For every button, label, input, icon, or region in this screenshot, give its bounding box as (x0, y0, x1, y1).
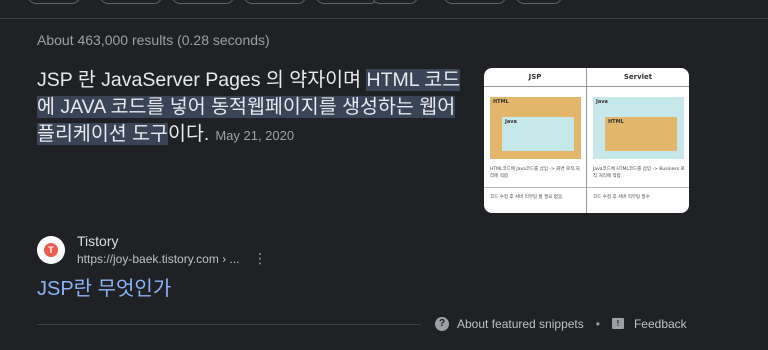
result-title-link[interactable]: JSP란 무엇인가 (37, 272, 171, 301)
thumbnail-header-jsp: JSP (484, 68, 586, 87)
help-icon: ? (435, 316, 449, 331)
search-tab[interactable] (444, 0, 506, 4)
footer-divider (37, 324, 421, 325)
search-tab[interactable] (244, 0, 306, 4)
about-featured-snippets-link[interactable]: About featured snippets (457, 317, 584, 331)
snippet-footer: ? About featured snippets •! Feedback (435, 316, 687, 331)
search-tab[interactable] (372, 0, 418, 4)
thumbnail-outer-box: Java HTML (593, 97, 684, 159)
thumbnail-servlet-column: Servlet Java HTML Java코드에 HTML코드를 삽입 -> … (587, 68, 689, 213)
thumbnail-inner-label: Java (505, 119, 517, 125)
thumbnail-inner-box: HTML (605, 117, 677, 151)
snippet-plain-text: JSP 란 JavaServer Pages 의 약자이며 (37, 69, 367, 91)
result-stats: About 463,000 results (0.28 seconds) (37, 32, 270, 48)
thumbnail-divider (484, 187, 586, 188)
search-tab[interactable] (172, 0, 234, 4)
search-tab[interactable] (100, 0, 162, 4)
featured-snippet-text: JSP 란 JavaServer Pages 의 약자이며 HTML 코드에 J… (37, 67, 469, 149)
snippet-end-text: 이다. (168, 123, 210, 145)
footer-separator: • (595, 316, 600, 331)
search-tab[interactable] (316, 0, 378, 4)
thumbnail-footer: 코드 수정 후 서버 리부팅 필수 (593, 195, 650, 200)
tistory-logo-icon: T (44, 243, 58, 257)
thumbnail-divider (587, 187, 689, 188)
thumbnail-outer-label: HTML (493, 99, 509, 105)
thumbnail-inner-label: HTML (608, 119, 624, 125)
thumbnail-outer-label: Java (596, 99, 608, 105)
snippet-date: May 21, 2020 (215, 128, 295, 143)
more-options-icon[interactable]: ⋮ (253, 250, 267, 267)
thumbnail-footer: 코드 수정 후 서버 리부팅 할 필요 없음 (490, 195, 563, 200)
snippet-thumbnail[interactable]: JSP HTML Java HTML코드에 Java코드를 삽입 -> 화면 로… (484, 68, 689, 213)
thumbnail-header-servlet: Servlet (587, 68, 689, 87)
site-url[interactable]: https://joy-baek.tistory.com › ... (77, 252, 240, 266)
thumbnail-inner-box: Java (502, 117, 574, 151)
search-tab[interactable] (516, 0, 562, 4)
site-name[interactable]: Tistory (77, 233, 118, 249)
feedback-icon: ! (611, 318, 624, 330)
thumbnail-note: HTML코드에 Java코드를 삽입 -> 화면 로직 처리에 적합 (490, 167, 580, 179)
tistory-favicon-icon: T (37, 236, 65, 264)
thumbnail-outer-box: HTML Java (490, 97, 581, 159)
search-tab[interactable] (28, 0, 80, 4)
thumbnail-jsp-column: JSP HTML Java HTML코드에 Java코드를 삽입 -> 화면 로… (484, 68, 587, 213)
feedback-link[interactable]: Feedback (634, 317, 687, 331)
search-tabs-bar (0, 0, 768, 19)
thumbnail-note: Java코드에 HTML코드를 삽입 -> Business 로직 처리에 적합 (593, 167, 685, 179)
